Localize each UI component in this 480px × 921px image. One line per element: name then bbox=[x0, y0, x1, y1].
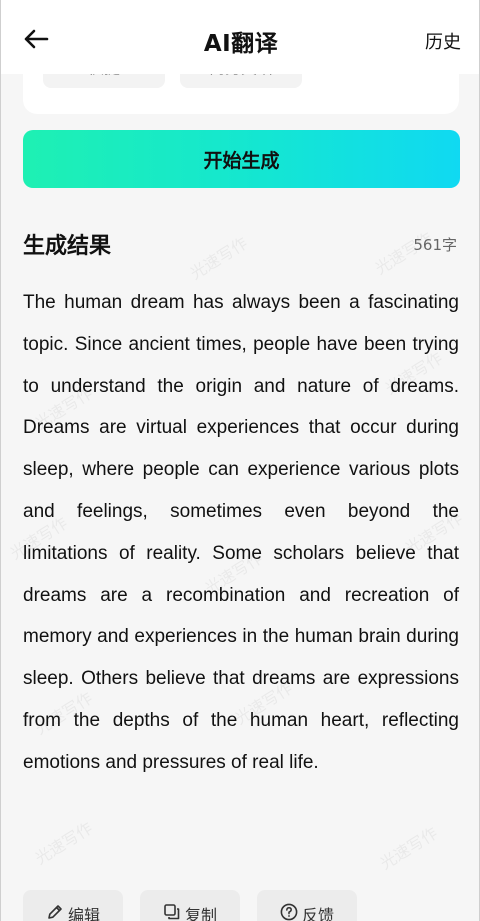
question-circle-icon bbox=[280, 895, 298, 921]
result-title: 生成结果 bbox=[23, 234, 112, 259]
copy-label: 复制 bbox=[184, 906, 217, 921]
edit-button[interactable]: 编辑 bbox=[23, 890, 123, 921]
top-bar: AI翻译 历史 bbox=[1, 0, 479, 74]
app-screen: 光速写作 光速写作 光速写作 光速写作 光速写作 光速写作 光速写作 光速写作 … bbox=[0, 0, 480, 921]
pencil-icon bbox=[46, 895, 64, 921]
history-link[interactable]: 历史 bbox=[425, 28, 461, 54]
watermark: 光速写作 bbox=[31, 818, 96, 869]
start-generate-button[interactable]: 开始生成 bbox=[23, 130, 460, 188]
copy-button[interactable]: 复制 bbox=[140, 890, 240, 921]
edit-label: 编辑 bbox=[67, 906, 100, 921]
feedback-button[interactable]: 反馈 bbox=[257, 890, 357, 921]
copy-icon bbox=[163, 895, 181, 921]
char-count: 561字 bbox=[413, 236, 457, 254]
page-title: AI翻译 bbox=[203, 31, 279, 57]
feedback-label: 反馈 bbox=[301, 906, 334, 921]
result-text: The human dream has always been a fascin… bbox=[23, 292, 459, 773]
watermark: 光速写作 bbox=[376, 823, 441, 874]
watermark: 光速写作 bbox=[186, 233, 251, 284]
